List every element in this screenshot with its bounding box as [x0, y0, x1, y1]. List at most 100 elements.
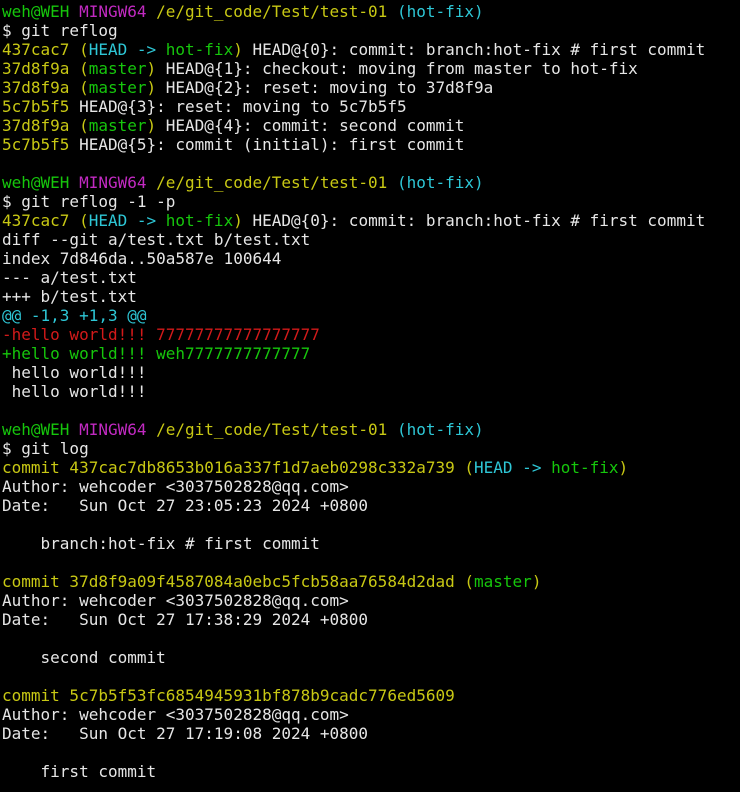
- terminal-line: Date: Sun Oct 27 17:19:08 2024 +0800: [2, 724, 740, 743]
- terminal-text-segment: 37d8f9a: [2, 78, 80, 97]
- terminal-text-segment: HEAD ->: [474, 458, 552, 477]
- terminal-text-segment: (: [79, 78, 89, 97]
- terminal-text-segment: HEAD ->: [88, 211, 166, 230]
- terminal-text-segment: 37d8f9a: [2, 116, 80, 135]
- terminal-line: 437cac7 (HEAD -> hot-fix) HEAD@{0}: comm…: [2, 211, 740, 230]
- terminal-line: 5c7b5f5 HEAD@{3}: reset: moving to 5c7b5…: [2, 97, 740, 116]
- terminal-line: hello world!!!: [2, 363, 740, 382]
- terminal-text-segment: index 7d846da..50a587e 100644: [2, 249, 282, 268]
- terminal-text-segment: commit 5c7b5f53fc6854945931bf878b9cadc77…: [2, 686, 455, 705]
- terminal-text-segment: (: [464, 572, 475, 591]
- terminal-text-segment: weh@WEH: [2, 2, 80, 21]
- terminal-text-segment: master: [474, 572, 532, 591]
- terminal-line: 37d8f9a (master) HEAD@{4}: commit: secon…: [2, 116, 740, 135]
- terminal-text-segment: (hot-fix): [396, 2, 484, 21]
- terminal-line: Date: Sun Oct 27 17:38:29 2024 +0800: [2, 610, 740, 629]
- terminal-text-segment: MINGW64: [79, 2, 157, 21]
- terminal-text-segment: -hello world!!! 77777777777777777: [2, 325, 320, 344]
- terminal-line: 5c7b5f5 HEAD@{5}: commit (initial): firs…: [2, 135, 740, 154]
- terminal-line: --- a/test.txt: [2, 268, 740, 287]
- terminal-line: $ git reflog: [2, 21, 740, 40]
- terminal-text-segment: 437cac7: [2, 211, 80, 230]
- terminal-text-segment: 437cac7: [2, 40, 80, 59]
- terminal-text-segment: ): [618, 458, 629, 477]
- terminal-line: first commit: [2, 762, 740, 781]
- terminal-text-segment: HEAD ->: [88, 40, 166, 59]
- terminal-window[interactable]: weh@WEH MINGW64 /e/git_code/Test/test-01…: [0, 0, 740, 792]
- terminal-text-segment: 5c7b5f5: [2, 135, 70, 154]
- terminal-line: +hello world!!! weh7777777777777: [2, 344, 740, 363]
- terminal-text-segment: /e/git_code/Test/test-01: [156, 173, 397, 192]
- terminal-text-segment: $ git reflog -1 -p: [2, 192, 176, 211]
- terminal-text-segment: Date: Sun Oct 27 17:19:08 2024 +0800: [2, 724, 369, 743]
- terminal-text-segment: HEAD@{2}: reset: moving to 37d8f9a: [156, 78, 494, 97]
- terminal-line: 437cac7 (HEAD -> hot-fix) HEAD@{0}: comm…: [2, 40, 740, 59]
- terminal-text-segment: ): [146, 59, 157, 78]
- terminal-line: 37d8f9a (master) HEAD@{2}: reset: moving…: [2, 78, 740, 97]
- terminal-line: second commit: [2, 648, 740, 667]
- terminal-line: branch:hot-fix # first commit: [2, 534, 740, 553]
- terminal-text-segment: /e/git_code/Test/test-01: [156, 420, 397, 439]
- terminal-text-segment: $ git log: [2, 439, 89, 458]
- terminal-line: commit 437cac7db8653b016a337f1d7aeb0298c…: [2, 458, 740, 477]
- terminal-text-segment: +hello world!!! weh7777777777777: [2, 344, 311, 363]
- terminal-text-segment: Date: Sun Oct 27 23:05:23 2024 +0800: [2, 496, 369, 515]
- terminal-text-segment: HEAD@{1}: checkout: moving from master t…: [156, 59, 638, 78]
- terminal-text-segment: ): [146, 78, 157, 97]
- terminal-text-segment: HEAD@{3}: reset: moving to 5c7b5f5: [69, 97, 407, 116]
- terminal-text-segment: ): [146, 116, 157, 135]
- terminal-text-segment: commit 37d8f9a09f4587084a0ebc5fcb58aa765…: [2, 572, 465, 591]
- terminal-line: Author: wehcoder <3037502828@qq.com>: [2, 591, 740, 610]
- terminal-text-segment: master: [88, 59, 147, 78]
- terminal-text-segment: /e/git_code/Test/test-01: [156, 2, 397, 21]
- terminal-text-segment: ): [531, 572, 542, 591]
- terminal-text-segment: HEAD@{5}: commit (initial): first commit: [69, 135, 465, 154]
- terminal-line: $ git reflog -1 -p: [2, 192, 740, 211]
- terminal-text-segment: (: [79, 40, 89, 59]
- terminal-text-segment: Author: wehcoder <3037502828@qq.com>: [2, 477, 349, 496]
- terminal-line: 37d8f9a (master) HEAD@{1}: checkout: mov…: [2, 59, 740, 78]
- terminal-text-segment: MINGW64: [79, 420, 157, 439]
- terminal-text-segment: hot-fix: [551, 458, 619, 477]
- terminal-text-segment: 5c7b5f5: [2, 97, 70, 116]
- terminal-line: hello world!!!: [2, 382, 740, 401]
- terminal-line: $ git log: [2, 439, 740, 458]
- terminal-line: Date: Sun Oct 27 23:05:23 2024 +0800: [2, 496, 740, 515]
- terminal-text-segment: Author: wehcoder <3037502828@qq.com>: [2, 705, 349, 724]
- terminal-line: Author: wehcoder <3037502828@qq.com>: [2, 705, 740, 724]
- terminal-text-segment: weh@WEH: [2, 173, 80, 192]
- terminal-text-segment: MINGW64: [79, 173, 157, 192]
- terminal-text-segment: $ git reflog: [2, 21, 118, 40]
- terminal-text-segment: --- a/test.txt: [2, 268, 137, 287]
- terminal-text-segment: diff --git a/test.txt b/test.txt: [2, 230, 311, 249]
- terminal-text-segment: (: [79, 116, 89, 135]
- terminal-line: weh@WEH MINGW64 /e/git_code/Test/test-01…: [2, 420, 740, 439]
- terminal-text-segment: @@ -1,3 +1,3 @@: [2, 306, 147, 325]
- terminal-text-segment: branch:hot-fix # first commit: [2, 534, 320, 553]
- terminal-text-segment: hot-fix: [165, 211, 234, 230]
- terminal-text-segment: ): [233, 211, 243, 230]
- terminal-line: commit 37d8f9a09f4587084a0ebc5fcb58aa765…: [2, 572, 740, 591]
- terminal-text-segment: hot-fix: [165, 40, 234, 59]
- terminal-text-segment: HEAD@{0}: commit: branch:hot-fix # first…: [242, 40, 706, 59]
- terminal-text-segment: +++ b/test.txt: [2, 287, 137, 306]
- terminal-text-segment: Date: Sun Oct 27 17:38:29 2024 +0800: [2, 610, 369, 629]
- terminal-text-segment: commit 437cac7db8653b016a337f1d7aeb0298c…: [2, 458, 465, 477]
- terminal-text-segment: (: [464, 458, 475, 477]
- terminal-text-segment: ): [233, 40, 243, 59]
- terminal-text-segment: master: [88, 78, 147, 97]
- terminal-text-segment: weh@WEH: [2, 420, 80, 439]
- terminal-line: weh@WEH MINGW64 /e/git_code/Test/test-01…: [2, 173, 740, 192]
- terminal-line: commit 5c7b5f53fc6854945931bf878b9cadc77…: [2, 686, 740, 705]
- terminal-line: index 7d846da..50a587e 100644: [2, 249, 740, 268]
- terminal-text-segment: hello world!!!: [2, 382, 147, 401]
- terminal-line: diff --git a/test.txt b/test.txt: [2, 230, 740, 249]
- terminal-text-segment: second commit: [2, 648, 166, 667]
- terminal-text-segment: (hot-fix): [396, 420, 484, 439]
